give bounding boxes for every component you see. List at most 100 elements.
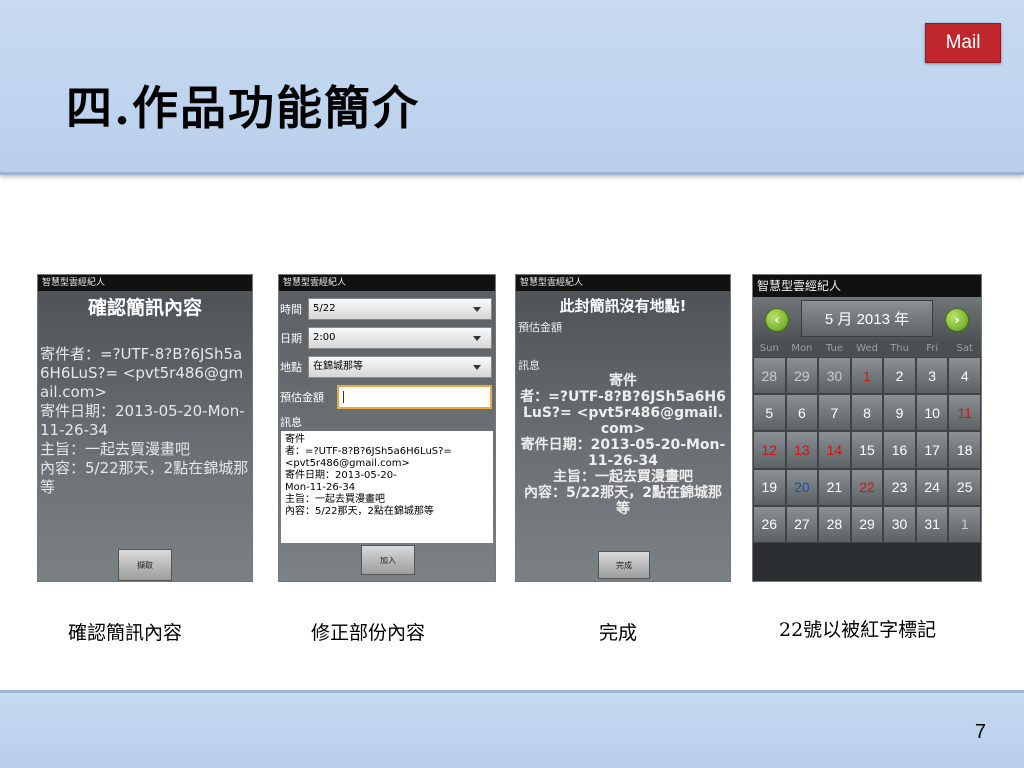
chevron-left-icon: ‹ <box>774 312 780 328</box>
caption-complete: 完成 <box>599 622 638 644</box>
message-textarea[interactable]: 寄件 者：=?UTF-8?B?6JSh5a6H6LuS?= <pvt5r486@… <box>281 431 493 543</box>
calendar-day[interactable]: 5 <box>753 394 786 432</box>
calendar-day[interactable]: 8 <box>850 394 884 432</box>
calendar-day[interactable]: 13 <box>785 431 819 469</box>
prev-month-button[interactable]: ‹ <box>765 308 789 332</box>
sms-line: 主旨：一起去買漫畫吧 <box>40 440 191 458</box>
message-label: 訊息 <box>518 359 540 372</box>
weekday-label: Sat <box>956 343 973 354</box>
calendar-day[interactable]: 29 <box>785 357 819 395</box>
calendar-day[interactable]: 1 <box>850 357 884 395</box>
calendar-header: ‹ 5 月 2013 年 › <box>753 297 981 341</box>
app-title-bar: 智慧型雲經紀人 <box>279 275 495 291</box>
chevron-right-icon: › <box>954 312 960 328</box>
calendar-day[interactable]: 14 <box>818 431 851 469</box>
dropdown-arrow-icon <box>473 307 481 312</box>
mail-button[interactable]: Mail <box>925 23 1001 63</box>
message-line: 寄件 <box>285 434 305 445</box>
message-line: 主旨：一起去買漫畫吧 <box>285 494 385 505</box>
page-title: 四.作品功能簡介 <box>66 81 421 135</box>
date-label: 日期 <box>280 332 302 345</box>
place-label: 地點 <box>280 361 302 374</box>
add-button[interactable]: 加入 <box>361 545 415 575</box>
message-line: Mon-11-26-34 <box>285 482 356 493</box>
calendar-day[interactable]: 18 <box>948 431 981 469</box>
caption-calendar: 22號以被紅字標記 <box>779 619 937 641</box>
calendar-day[interactable]: 10 <box>915 394 949 432</box>
sms-line: 寄件日期：2013-05-20-Mon-11-26-34 <box>520 437 726 469</box>
screenshot-complete: 智慧型雲經紀人 此封簡訊沒有地點! 預估金額 訊息 寄件 者：=?UTF-8?B… <box>515 274 731 582</box>
calendar-day[interactable]: 7 <box>818 394 851 432</box>
caption-edit-content: 修正部份內容 <box>311 622 426 644</box>
next-month-button[interactable]: › <box>945 308 969 332</box>
time-value: 5/22 <box>313 303 336 314</box>
calendar-day[interactable]: 1 <box>948 505 981 543</box>
weekday-header: Sun Mon Tue Wed Thu Fri Sat <box>753 341 981 357</box>
calendar-day[interactable]: 16 <box>883 431 916 469</box>
date-spinner[interactable]: 2:00 <box>308 327 492 349</box>
calendar-day[interactable]: 25 <box>948 468 981 506</box>
sms-line: 寄件 <box>609 373 637 389</box>
calendar-day[interactable]: 19 <box>753 468 786 506</box>
weekday-label: Sun <box>759 343 779 354</box>
amount-label: 預估金額 <box>518 321 562 334</box>
slide-footer: 7 <box>0 690 1024 768</box>
app-title-bar: 智慧型雲經紀人 <box>753 275 981 297</box>
calendar-day[interactable]: 6 <box>785 394 819 432</box>
caption-confirm-sms: 確認簡訊內容 <box>68 622 183 644</box>
message-line: <pvt5r486@gmail.com> <box>285 458 410 469</box>
calendar-day[interactable]: 15 <box>850 431 884 469</box>
calendar-day[interactable]: 9 <box>883 394 916 432</box>
dropdown-arrow-icon <box>473 365 481 370</box>
calendar-day[interactable]: 26 <box>753 505 786 543</box>
calendar-day[interactable]: 28 <box>818 505 851 543</box>
screenshot-confirm-sms: 智慧型雲經紀人 確認簡訊內容 寄件者：=?UTF-8?B?6JSh5a6H6Lu… <box>37 274 253 582</box>
page-number: 7 <box>974 721 986 743</box>
amount-input[interactable] <box>337 385 492 409</box>
calendar-day[interactable]: 24 <box>915 468 949 506</box>
weekday-label: Fri <box>926 343 939 354</box>
message-label: 訊息 <box>280 416 302 429</box>
sms-line: 寄件日期：2013-05-20-Mon-11-26-34 <box>40 402 245 439</box>
screen-heading: 此封簡訊沒有地點! <box>559 297 687 315</box>
month-label: 5 月 2013 年 <box>801 300 933 337</box>
calendar-day[interactable]: 3 <box>915 357 949 395</box>
calendar-day[interactable]: 2 <box>883 357 916 395</box>
calendar-grid: 28 29 30 1 2 3 4 5 6 7 8 9 10 11 12 13 14 15 16 17 18 19 20 21 2… <box>753 357 981 543</box>
done-button[interactable]: 完成 <box>598 551 650 579</box>
sms-line: 者：=?UTF-8?B?6JSh5a6H6LuS?= <pvt5r486@gma… <box>520 389 726 437</box>
screenshot-calendar: 智慧型雲經紀人 ‹ 5 月 2013 年 › Sun Mon Tue Wed Thu Fr… <box>752 274 982 582</box>
calendar-day[interactable]: 4 <box>948 357 981 395</box>
weekday-label: Tue <box>825 343 843 354</box>
sms-line: 寄件者：=?UTF-8?B?6JSh5a6H6LuS?= <pvt5r486@g… <box>40 345 244 401</box>
calendar-day[interactable]: 23 <box>883 468 916 506</box>
sms-line: 內容：5/22那天，2點在錦城那等 <box>40 459 249 496</box>
message-line: 寄件日期：2013-05-20- <box>285 470 397 481</box>
date-value: 2:00 <box>313 332 336 343</box>
calendar-day[interactable]: 17 <box>915 431 949 469</box>
app-title-bar: 智慧型雲經紀人 <box>38 275 252 291</box>
calendar-day[interactable]: 21 <box>818 468 851 506</box>
calendar-day[interactable]: 28 <box>753 357 786 395</box>
calendar-day[interactable]: 11 <box>948 394 981 432</box>
sms-content: 寄件者：=?UTF-8?B?6JSh5a6H6LuS?= <pvt5r486@g… <box>40 345 250 497</box>
calendar-day[interactable]: 29 <box>850 505 884 543</box>
place-value: 在錦城那等 <box>313 361 363 372</box>
time-spinner[interactable]: 5/22 <box>308 298 492 320</box>
calendar-day[interactable]: 31 <box>915 505 949 543</box>
place-spinner[interactable]: 在錦城那等 <box>308 356 492 378</box>
weekday-label: Wed <box>856 343 878 354</box>
calendar-day[interactable]: 22 <box>850 468 884 506</box>
message-line: 內容：5/22那天，2點在錦城那等 <box>285 506 434 517</box>
calendar-day[interactable]: 20 <box>785 468 819 506</box>
slide-header: 四.作品功能簡介 Mail <box>0 0 1024 175</box>
extract-button[interactable]: 擷取 <box>118 549 172 581</box>
time-label: 時間 <box>280 303 302 316</box>
sms-content: 寄件 者：=?UTF-8?B?6JSh5a6H6LuS?= <pvt5r486@… <box>520 373 726 517</box>
calendar-day[interactable]: 27 <box>785 505 819 543</box>
calendar-day[interactable]: 30 <box>818 357 851 395</box>
sms-line: 主旨：一起去買漫畫吧 <box>553 469 693 485</box>
calendar-day[interactable]: 30 <box>883 505 916 543</box>
calendar-day[interactable]: 12 <box>753 431 786 469</box>
dropdown-arrow-icon <box>473 336 481 341</box>
